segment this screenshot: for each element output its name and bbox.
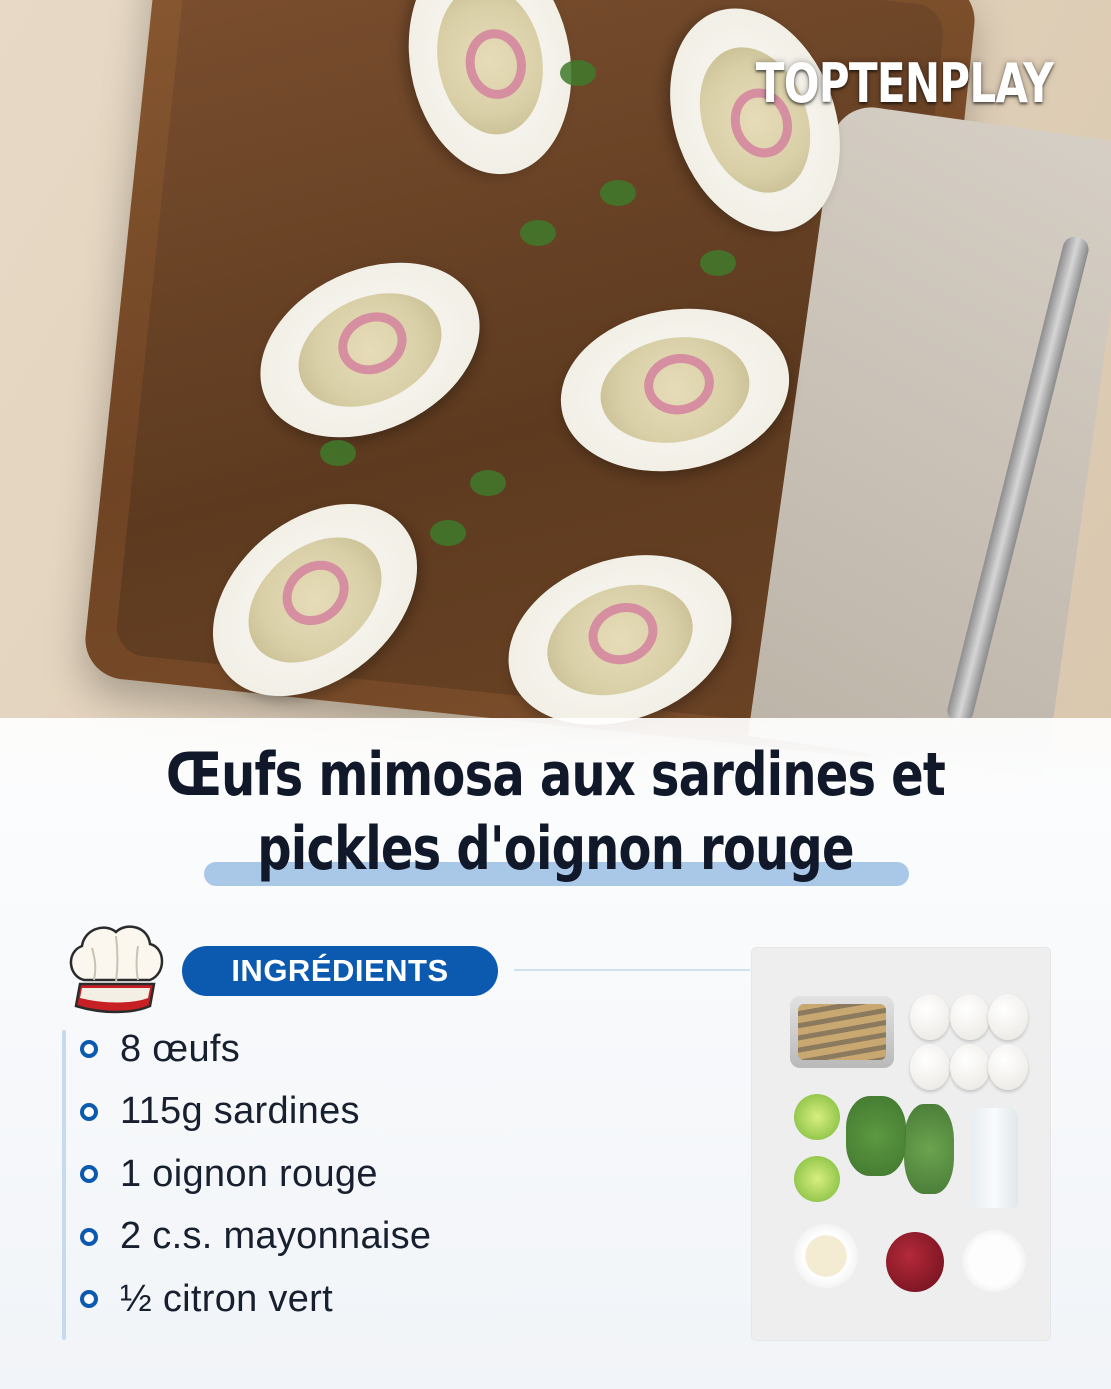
bullet-icon: [80, 1227, 98, 1246]
lime: [794, 1156, 840, 1202]
list-item: ½ citron vert: [80, 1268, 431, 1331]
recipe-title: Œufs mimosa aux sardines et pickles d'oi…: [0, 738, 1111, 886]
brand-watermark: TOPTENPLAY: [755, 52, 1054, 115]
salt-bowl: [962, 1230, 1026, 1292]
chef-hat-icon: [69, 925, 164, 1014]
lime: [794, 1094, 840, 1140]
ingredients-list: 8 œufs 115g sardines 1 oignon rouge 2 c.…: [80, 1018, 431, 1331]
list-item: 1 oignon rouge: [80, 1143, 431, 1206]
vinegar-bottle: [972, 1108, 1018, 1208]
bullet-icon: [80, 1040, 98, 1059]
recipe-title-line-2: pickles d'oignon rouge: [257, 814, 854, 884]
ingredients-label: INGRÉDIENTS: [182, 946, 498, 996]
red-onion: [886, 1232, 944, 1292]
ingredients-photo: [752, 948, 1050, 1340]
bullet-icon: [80, 1290, 98, 1309]
bullet-icon: [80, 1102, 98, 1121]
list-item: 8 œufs: [80, 1018, 431, 1081]
list-item: 2 c.s. mayonnaise: [80, 1206, 431, 1269]
cilantro: [846, 1096, 906, 1176]
recipe-title-line-1: Œufs mimosa aux sardines et: [165, 740, 946, 810]
dill: [904, 1104, 954, 1194]
mayonnaise-bowl: [794, 1224, 858, 1288]
sardine-tin: [790, 996, 894, 1068]
hero-photo: TOPTENPLAY: [0, 0, 1111, 780]
list-accent-bar: [62, 1030, 66, 1340]
section-divider: [514, 969, 750, 971]
bullet-icon: [80, 1165, 98, 1184]
list-item: 115g sardines: [80, 1081, 431, 1144]
